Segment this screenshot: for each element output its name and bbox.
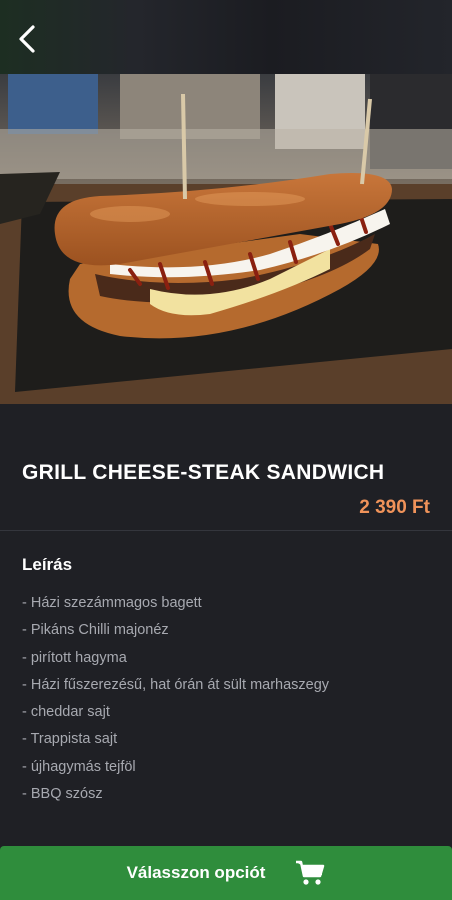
description-item: - Pikáns Chilli majonéz — [22, 622, 169, 639]
top-bar — [0, 0, 452, 74]
description-item: - Trappista sajt — [22, 731, 118, 748]
description-list: - Házi szezámmagos bagett - Pikáns Chill… — [22, 592, 329, 810]
cart-icon — [295, 859, 325, 887]
description-item: - BBQ szósz — [22, 786, 103, 803]
description-heading: Leírás — [22, 555, 73, 574]
product-title: GRILL CHEESE-STEAK SANDWICH — [22, 461, 385, 484]
select-option-button[interactable]: Válasszon opciót — [0, 846, 452, 900]
chevron-left-icon — [19, 25, 35, 53]
description-item: - Házi szezámmagos bagett — [22, 595, 202, 611]
back-button[interactable] — [8, 20, 46, 58]
description-item: - Házi fűszerezésű, hat órán át sült mar… — [22, 676, 330, 693]
description-item: - pirított hagyma — [22, 649, 127, 666]
product-price: 2 390 Ft — [359, 497, 430, 518]
description-item: - cheddar sajt — [22, 704, 110, 721]
product-photo — [0, 74, 452, 404]
select-option-label: Válasszon opciót — [126, 863, 266, 882]
divider — [0, 530, 452, 531]
description-item: - újhagymás tejföl — [22, 758, 136, 775]
